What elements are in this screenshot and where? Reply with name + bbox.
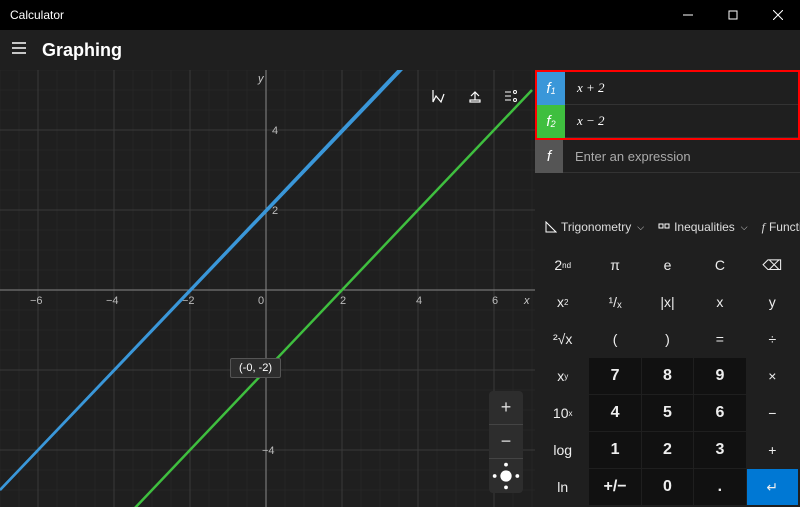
function-badge-1: f1: [537, 72, 565, 105]
key-10-power-x[interactable]: 10x: [537, 395, 588, 431]
zoom-controls: + −: [489, 391, 523, 493]
key-pi[interactable]: π: [589, 247, 640, 283]
keypad: 2nd π e C ⌫ x2 ¹/ₓ |x| x y ²√x ( ) = ÷ x…: [535, 245, 800, 507]
zoom-reset-button[interactable]: [489, 459, 523, 493]
key-negate[interactable]: +/−: [589, 469, 640, 505]
share-button[interactable]: [459, 82, 491, 110]
key-5[interactable]: 5: [642, 395, 693, 431]
function-badge-2: f2: [537, 105, 565, 138]
key-9[interactable]: 9: [694, 358, 745, 394]
svg-text:x: x: [523, 295, 530, 307]
key-subtract[interactable]: −: [747, 395, 798, 431]
key-3[interactable]: 3: [694, 432, 745, 468]
key-8[interactable]: 8: [642, 358, 693, 394]
trig-tab[interactable]: Trigonometry⌵: [539, 216, 650, 238]
svg-text:−6: −6: [30, 295, 43, 307]
key-enter[interactable]: ↵: [747, 469, 798, 505]
svg-text:2: 2: [340, 295, 346, 307]
key-backspace[interactable]: ⌫: [747, 247, 798, 283]
category-tabs: Trigonometry⌵ Inequalities⌵ fFunctions: [535, 209, 800, 245]
function-input[interactable]: Enter an expression: [563, 149, 800, 164]
right-pane: f1 x + 2 f2 x − 2 f Enter an expression …: [535, 70, 800, 507]
app-header: Graphing: [0, 30, 800, 70]
key-2nd[interactable]: 2nd: [537, 247, 588, 283]
inequalities-tab[interactable]: Inequalities⌵: [652, 216, 754, 238]
key-1[interactable]: 1: [589, 432, 640, 468]
function-list: f1 x + 2 f2 x − 2: [535, 70, 800, 140]
key-reciprocal[interactable]: ¹/ₓ: [589, 284, 640, 320]
svg-text:4: 4: [416, 295, 422, 307]
key-sqrt[interactable]: ²√x: [537, 321, 588, 357]
function-expr-1[interactable]: x + 2: [565, 80, 798, 96]
function-row-1[interactable]: f1 x + 2: [537, 72, 798, 105]
svg-text:2: 2: [272, 205, 278, 217]
trace-button[interactable]: [423, 82, 455, 110]
key-multiply[interactable]: ×: [747, 358, 798, 394]
key-lparen[interactable]: (: [589, 321, 640, 357]
key-add[interactable]: +: [747, 432, 798, 468]
key-6[interactable]: 6: [694, 395, 745, 431]
key-e[interactable]: e: [642, 247, 693, 283]
graph-area[interactable]: yx −6−4−20246 42−2−4 (-0, -2) + −: [0, 70, 535, 507]
svg-text:4: 4: [272, 125, 278, 137]
key-x-power-y[interactable]: xy: [537, 358, 588, 394]
graph-toolbar: [423, 82, 527, 110]
key-abs[interactable]: |x|: [642, 284, 693, 320]
key-decimal[interactable]: .: [694, 469, 745, 505]
svg-text:y: y: [257, 73, 265, 85]
key-equals[interactable]: =: [694, 321, 745, 357]
key-divide[interactable]: ÷: [747, 321, 798, 357]
key-log[interactable]: log: [537, 432, 588, 468]
key-ln[interactable]: ln: [537, 469, 588, 505]
zoom-in-button[interactable]: +: [489, 391, 523, 425]
maximize-button[interactable]: [710, 0, 755, 30]
menu-button[interactable]: [10, 39, 28, 62]
svg-text:−4: −4: [262, 445, 275, 457]
key-4[interactable]: 4: [589, 395, 640, 431]
function-input-row[interactable]: f Enter an expression: [535, 140, 800, 173]
graph-options-button[interactable]: [495, 82, 527, 110]
window-title: Calculator: [10, 8, 64, 22]
key-0[interactable]: 0: [642, 469, 693, 505]
key-rparen[interactable]: ): [642, 321, 693, 357]
trace-tooltip: (-0, -2): [230, 358, 281, 378]
function-row-2[interactable]: f2 x − 2: [537, 105, 798, 138]
titlebar: Calculator: [0, 0, 800, 30]
minimize-button[interactable]: [665, 0, 710, 30]
key-x[interactable]: x: [694, 284, 745, 320]
key-x-squared[interactable]: x2: [537, 284, 588, 320]
close-button[interactable]: [755, 0, 800, 30]
svg-text:6: 6: [492, 295, 498, 307]
svg-text:0: 0: [258, 295, 264, 307]
zoom-out-button[interactable]: −: [489, 425, 523, 459]
svg-text:−4: −4: [106, 295, 119, 307]
function-badge-new: f: [535, 140, 563, 173]
mode-title: Graphing: [42, 40, 122, 61]
key-clear[interactable]: C: [694, 247, 745, 283]
key-y[interactable]: y: [747, 284, 798, 320]
key-7[interactable]: 7: [589, 358, 640, 394]
key-2[interactable]: 2: [642, 432, 693, 468]
functions-tab[interactable]: fFunctions: [756, 216, 800, 239]
graph-canvas: yx −6−4−20246 42−2−4: [0, 70, 535, 507]
function-expr-2[interactable]: x − 2: [565, 113, 798, 129]
